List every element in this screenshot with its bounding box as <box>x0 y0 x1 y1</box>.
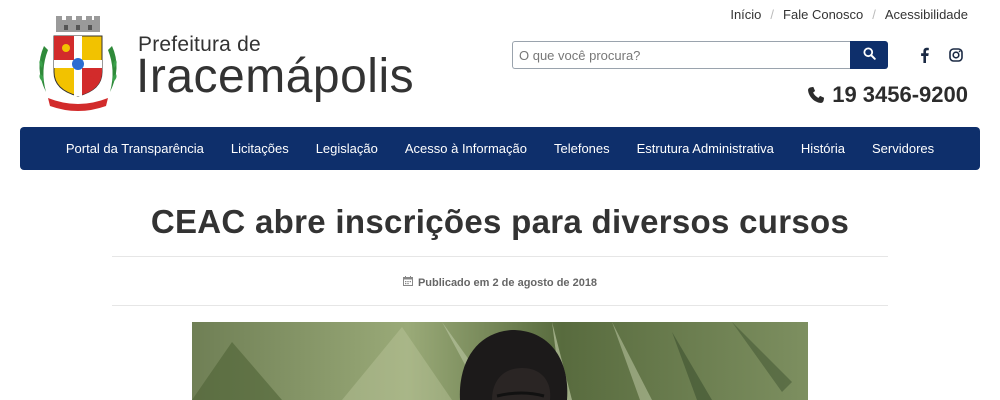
coat-of-arms-logo[interactable] <box>30 16 126 112</box>
article-photo <box>192 322 808 400</box>
link-inicio[interactable]: Início <box>730 7 761 22</box>
calendar-icon <box>402 276 413 289</box>
nav-historia[interactable]: História <box>787 141 858 156</box>
nav-telefones[interactable]: Telefones <box>540 141 623 156</box>
instagram-icon[interactable] <box>946 45 966 65</box>
divider <box>112 305 888 306</box>
nav-legislacao[interactable]: Legislação <box>302 141 391 156</box>
nav-licitacoes[interactable]: Licitações <box>217 141 302 156</box>
nav-portal-transparencia[interactable]: Portal da Transparência <box>52 141 217 156</box>
search-icon <box>862 47 876 63</box>
article-title: CEAC abre inscrições para diversos curso… <box>150 203 850 240</box>
search-input[interactable] <box>512 41 850 69</box>
nav-acesso-informacao[interactable]: Acesso à Informação <box>391 141 540 156</box>
phone-icon <box>807 86 825 104</box>
publish-info: Publicado em 2 de agosto de 2018 <box>0 276 1000 289</box>
facebook-icon[interactable] <box>914 45 934 65</box>
nav-servidores[interactable]: Servidores <box>859 141 948 156</box>
search-button[interactable] <box>850 41 888 69</box>
main-navigation: Portal da Transparência Licitações Legis… <box>20 127 980 170</box>
nav-estrutura-administrativa[interactable]: Estrutura Administrativa <box>623 141 787 156</box>
separator: / <box>872 7 876 22</box>
brand-title[interactable]: Iracemápolis <box>136 53 414 101</box>
publish-date: Publicado em 2 de agosto de 2018 <box>417 276 598 289</box>
link-fale-conosco[interactable]: Fale Conosco <box>783 7 863 22</box>
phone-contact[interactable]: 19 3456-9200 <box>807 82 968 108</box>
utility-nav: Início / Fale Conosco / Acessibilidade <box>730 7 968 22</box>
phone-area-code: 19 <box>832 82 857 107</box>
search-form <box>512 41 888 69</box>
separator: / <box>770 7 775 22</box>
link-acessibilidade[interactable]: Acessibilidade <box>885 7 968 22</box>
divider <box>112 256 888 257</box>
phone-number: 3456-9200 <box>862 82 968 107</box>
